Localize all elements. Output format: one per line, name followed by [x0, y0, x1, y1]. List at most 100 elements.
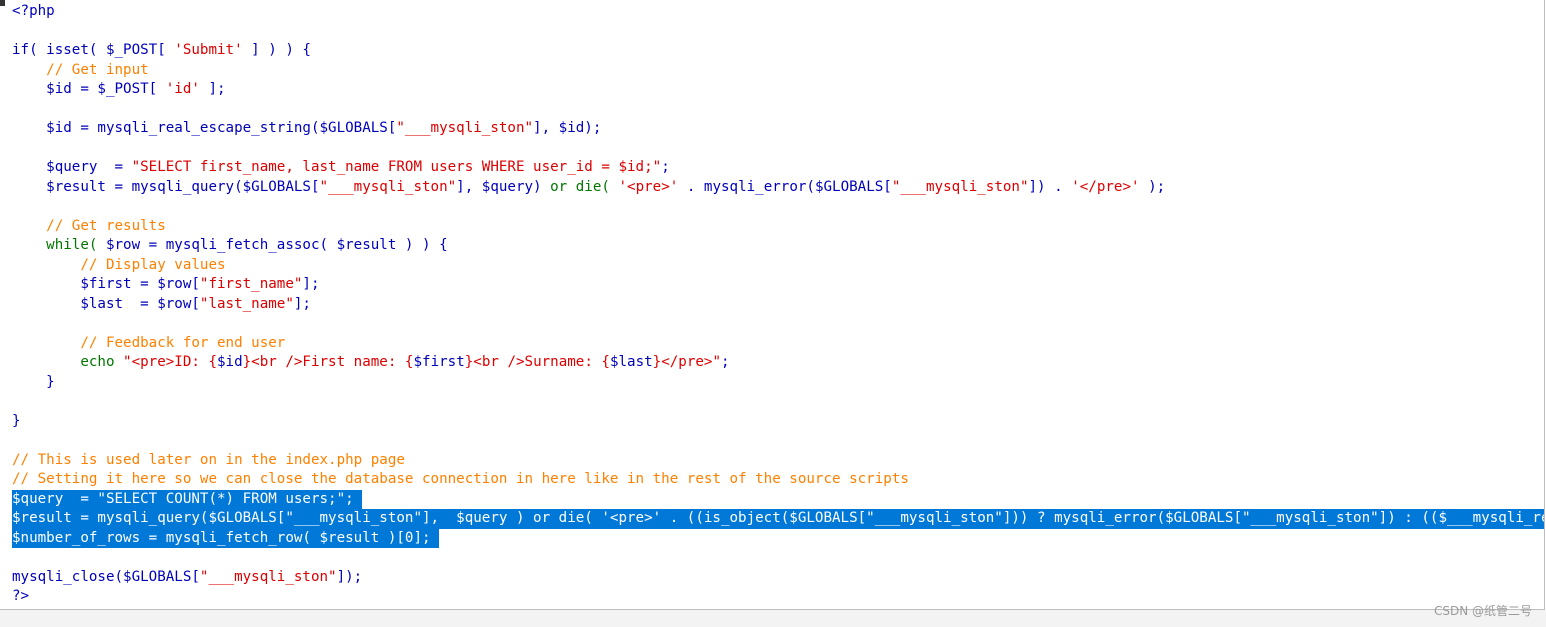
code-line[interactable]: // Display values — [12, 256, 1544, 276]
code-line[interactable]: // Get results — [12, 217, 1544, 237]
code-token: mysqli_close($GLOBALS[ — [12, 568, 200, 585]
code-line-content — [12, 22, 21, 42]
code-line[interactable]: echo "<pre>ID: {$id}<br />First name: {$… — [12, 353, 1544, 373]
code-line-selected[interactable]: $result = mysqli_query($GLOBALS["___mysq… — [12, 509, 1544, 529]
code-line[interactable]: // Setting it here so we can close the d… — [12, 470, 1544, 490]
code-token: "___mysqli_ston" — [396, 120, 534, 136]
code-line-content: ?> — [12, 587, 29, 607]
code-token: // Get results — [12, 217, 166, 234]
code-token: <?php — [12, 3, 55, 19]
code-line[interactable] — [12, 197, 1544, 217]
php-source-code[interactable]: <?php if( isset( $_POST[ 'Submit' ] ) ) … — [12, 2, 1544, 607]
code-line-content: $id = $_POST[ 'id' ]; — [12, 80, 225, 100]
code-line-content: // Get results — [12, 217, 166, 237]
code-token: while( — [12, 237, 106, 253]
code-token: ], $id); — [533, 120, 602, 136]
code-line[interactable]: // Get input — [12, 61, 1544, 81]
code-token: $first — [413, 354, 465, 370]
code-line-content: $query = "SELECT first_name, last_name F… — [12, 158, 670, 178]
code-line[interactable]: $query = "SELECT first_name, last_name F… — [12, 158, 1544, 178]
code-token: // Feedback for end user — [12, 334, 286, 351]
code-token: '</pre>' — [1071, 178, 1140, 195]
code-line[interactable] — [12, 431, 1544, 451]
code-line-content: // Get input — [12, 61, 149, 81]
code-token: // Get input — [12, 61, 149, 78]
code-token: "<pre>ID: { — [123, 354, 218, 370]
code-line-content — [12, 431, 21, 451]
code-line[interactable]: if( isset( $_POST[ 'Submit' ] ) ) { — [12, 41, 1544, 61]
code-token: ] ) ) { — [242, 42, 311, 58]
code-line-selected[interactable]: $number_of_rows = mysqli_fetch_row( $res… — [12, 528, 1544, 548]
code-line[interactable]: // Feedback for end user — [12, 334, 1544, 354]
code-token: $first = $row[ — [12, 276, 200, 292]
code-line[interactable]: $first = $row["first_name"]; — [12, 275, 1544, 295]
code-token: 'Submit' — [174, 42, 243, 58]
code-line[interactable] — [12, 22, 1544, 42]
code-line-content — [12, 548, 21, 568]
code-line-content — [12, 139, 21, 159]
code-line[interactable] — [12, 100, 1544, 120]
code-line[interactable]: while( $row = mysqli_fetch_assoc( $resul… — [12, 236, 1544, 256]
code-token: "first_name" — [199, 276, 303, 292]
code-line[interactable] — [12, 392, 1544, 412]
code-line-content: } — [12, 412, 21, 432]
code-token: echo — [12, 354, 124, 370]
code-token: ; — [721, 354, 730, 370]
code-token: "___mysqli_ston" — [319, 178, 457, 195]
code-line-content — [12, 392, 21, 412]
code-line-content — [12, 197, 21, 217]
code-line[interactable] — [12, 548, 1544, 568]
code-line[interactable]: } — [12, 373, 1544, 393]
code-token: $row = mysqli_fetch_assoc( $result ) ) { — [105, 237, 448, 253]
code-line[interactable]: ?> — [12, 587, 1544, 607]
code-line[interactable]: mysqli_close($GLOBALS["___mysqli_ston"])… — [12, 568, 1544, 588]
code-line-content: $last = $row["last_name"]; — [12, 295, 311, 315]
code-line[interactable] — [12, 139, 1544, 159]
source-code-viewer[interactable]: <?php if( isset( $_POST[ 'Submit' ] ) ) … — [0, 0, 1545, 610]
code-line-selected[interactable]: $query = "SELECT COUNT(*) FROM users;"; — [12, 489, 1544, 509]
code-line-content: while( $row = mysqli_fetch_assoc( $resul… — [12, 236, 448, 256]
code-token: if( isset( $_POST[ — [12, 42, 175, 58]
code-line-content: $number_of_rows = mysqli_fetch_row( $res… — [12, 528, 440, 548]
code-token: 'id' — [165, 81, 200, 97]
code-token: or die( — [550, 178, 610, 195]
code-token: }</pre>" — [652, 354, 722, 370]
code-token: ]; — [302, 276, 320, 292]
code-line[interactable] — [12, 314, 1544, 334]
watermark: CSDN @纸管二号 — [1433, 604, 1532, 618]
code-line-content: $query = "SELECT COUNT(*) FROM users;"; — [12, 489, 363, 509]
code-token: ]); — [336, 568, 363, 585]
code-line-content: if( isset( $_POST[ 'Submit' ] ) ) { — [12, 41, 311, 61]
code-token: $id = $_POST[ — [12, 81, 166, 97]
code-line-content: $id = mysqli_real_escape_string($GLOBALS… — [12, 119, 601, 139]
code-line-content: // Feedback for end user — [12, 334, 285, 354]
code-token: "___mysqli_ston" — [891, 178, 1029, 195]
code-line-content: // This is used later on in the index.ph… — [12, 451, 405, 471]
code-token: } — [12, 373, 55, 390]
code-token: } — [12, 412, 21, 429]
code-line[interactable]: $id = mysqli_real_escape_string($GLOBALS… — [12, 119, 1544, 139]
code-token: $result = mysqli_query($GLOBALS[ — [12, 178, 320, 195]
code-token: "___mysqli_ston" — [199, 568, 337, 585]
code-line-content: echo "<pre>ID: {$id}<br />First name: {$… — [12, 353, 730, 373]
code-token: ], $query) — [456, 178, 551, 195]
code-line[interactable]: $result = mysqli_query($GLOBALS["___mysq… — [12, 178, 1544, 198]
code-line[interactable]: $id = $_POST[ 'id' ]; — [12, 80, 1544, 100]
code-token: $last = $row[ — [12, 295, 200, 312]
code-line-content — [12, 314, 21, 334]
code-token: "last_name" — [199, 295, 294, 312]
code-line[interactable]: $last = $row["last_name"]; — [12, 295, 1544, 315]
code-token: ); — [1139, 178, 1166, 195]
code-line-content: } — [12, 373, 55, 393]
code-token: . mysqli_error($GLOBALS[ — [678, 178, 892, 195]
code-token: $id = mysqli_real_escape_string($GLOBALS… — [12, 120, 397, 136]
code-line[interactable]: // This is used later on in the index.ph… — [12, 451, 1544, 471]
code-token: "SELECT first_name, last_name FROM users… — [131, 159, 662, 175]
code-token: ; — [661, 159, 670, 175]
code-token: }<br />Surname: { — [464, 354, 610, 370]
code-token: $last — [609, 354, 653, 370]
code-line-content — [12, 100, 21, 120]
code-line[interactable]: } — [12, 412, 1544, 432]
code-line[interactable]: <?php — [12, 2, 1544, 22]
corner-marker — [0, 0, 5, 6]
